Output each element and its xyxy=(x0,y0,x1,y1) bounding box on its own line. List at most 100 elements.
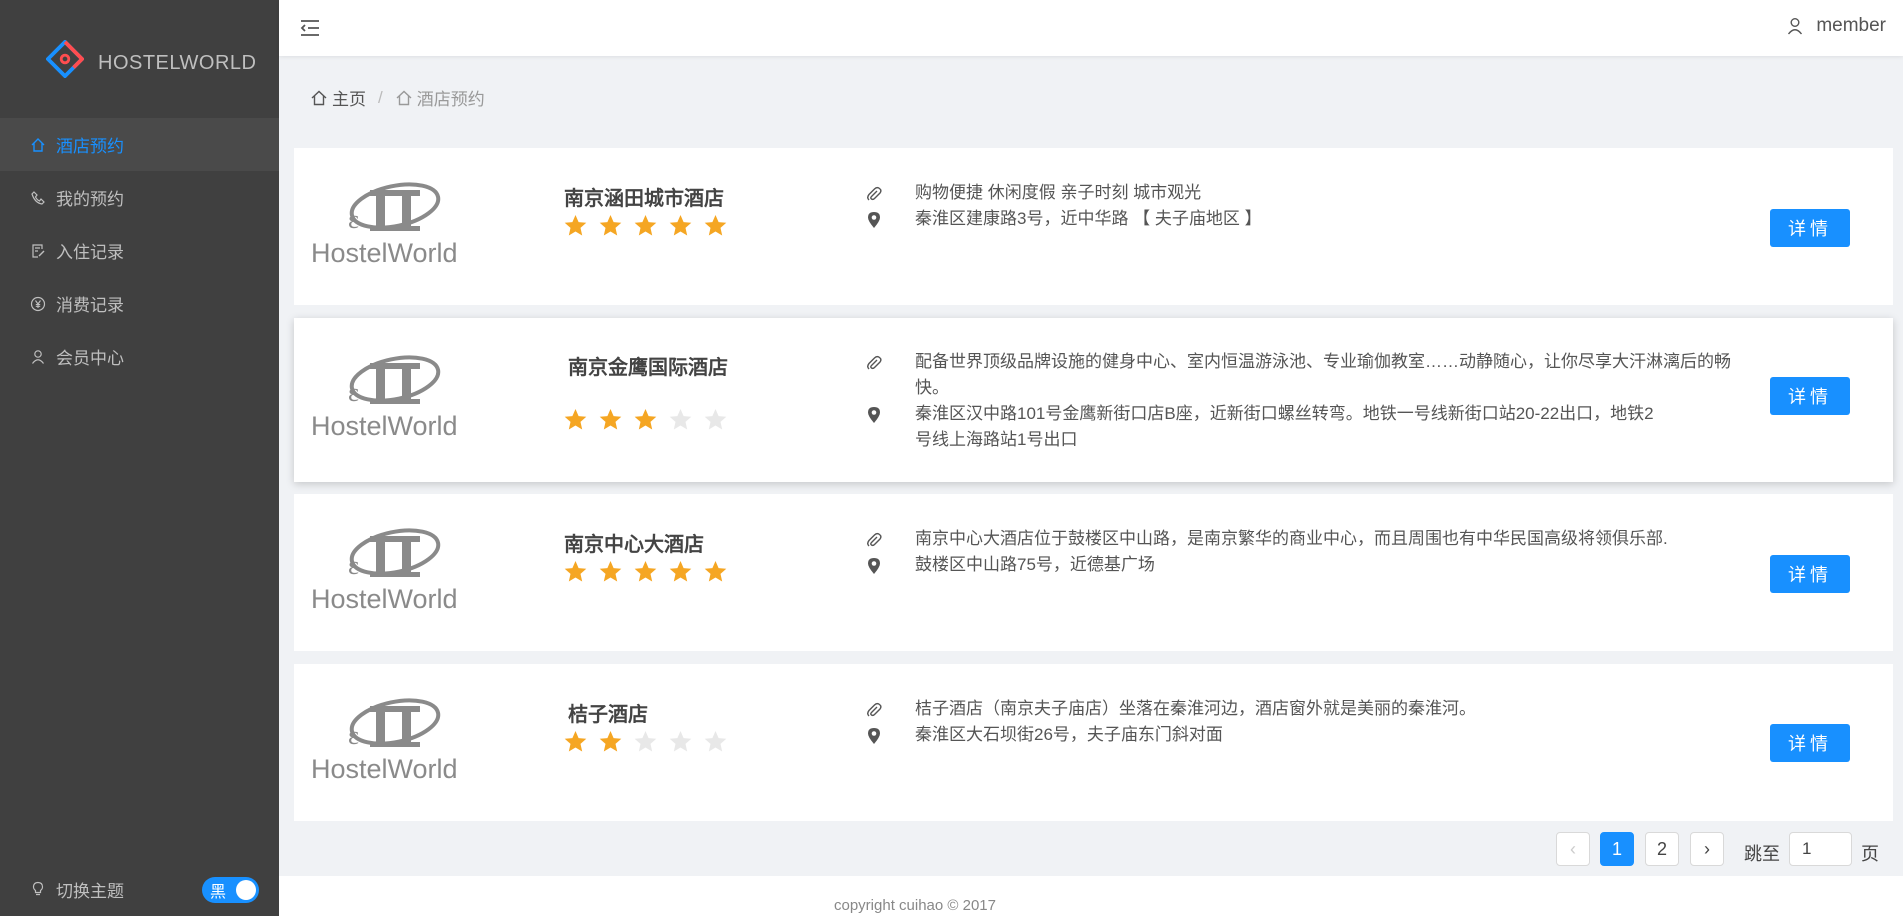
hotel-logo-text: HostelWorld xyxy=(311,238,458,268)
location-pin-icon xyxy=(864,556,884,576)
star-filled-icon xyxy=(564,731,587,752)
hotel-logo-image: ɛ HostelWorld xyxy=(311,355,458,441)
top-header: member xyxy=(279,0,1903,56)
app-name: HOSTELWORLD xyxy=(98,51,257,74)
yen-icon xyxy=(28,294,48,314)
theme-switch-row: 切换主题 黑 xyxy=(0,862,279,916)
star-rating xyxy=(563,559,738,584)
next-page-button[interactable]: › xyxy=(1690,832,1724,866)
breadcrumb-current: 酒店预约 xyxy=(416,90,485,109)
paperclip-icon xyxy=(864,530,884,550)
page-button-2[interactable]: 2 xyxy=(1645,832,1679,866)
breadcrumb-home[interactable]: 主页 xyxy=(332,85,366,110)
sidebar-item-hotel-booking[interactable]: 酒店预约 xyxy=(0,118,279,171)
details-button[interactable]: 详情 xyxy=(1770,377,1850,415)
svg-text:ɛ: ɛ xyxy=(348,378,359,407)
hotel-card: ɛ HostelWorld 桔子酒店 桔子酒店（南京夫子庙店）坐落在秦淮河边，酒… xyxy=(294,664,1893,821)
theme-switch-label: 切换主题 xyxy=(56,881,124,901)
star-filled-icon xyxy=(564,561,587,582)
hotel-address: 秦淮区大石坝街26号，夫子庙东门斜对面 xyxy=(915,725,1223,744)
hotel-address: 鼓楼区中山路75号，近德基广场 xyxy=(915,555,1155,574)
location-pin-icon xyxy=(864,726,884,746)
sidebar-item-label: 会员中心 xyxy=(56,349,124,368)
page-button-1[interactable]: 1 xyxy=(1600,832,1634,866)
home-icon xyxy=(395,89,413,107)
star-filled-icon xyxy=(669,215,692,236)
hotel-name[interactable]: 南京金鹰国际酒店 xyxy=(568,351,728,380)
star-empty-icon xyxy=(669,409,692,430)
sidebar-item-spending-records[interactable]: 消费记录 xyxy=(0,277,279,330)
svg-text:ɛ: ɛ xyxy=(348,551,359,580)
details-button[interactable]: 详情 xyxy=(1770,724,1850,762)
star-filled-icon xyxy=(564,215,587,236)
paperclip-icon xyxy=(864,700,884,720)
star-filled-icon xyxy=(564,409,587,430)
location-pin-icon xyxy=(864,210,884,230)
hotel-info: 配备世界顶级品牌设施的健身中心、室内恒温游泳池、专业瑜伽教室……动静随心，让你尽… xyxy=(864,349,1754,453)
hotel-card: ɛ HostelWorld 南京涵田城市酒店 购物便捷 休闲度假 亲子时刻 城市… xyxy=(294,148,1893,305)
sidebar-item-checkin-records[interactable]: 入住记录 xyxy=(0,224,279,277)
hotel-address-row: 秦淮区汉中路101号金鹰新街口店B座，近新街口螺丝转弯。地铁一号线新街口站20-… xyxy=(864,401,1754,453)
hotel-card: ɛ HostelWorld 南京中心大酒店 南京中心大酒店位于鼓楼区中山路，是南… xyxy=(294,494,1893,651)
star-filled-icon xyxy=(634,215,657,236)
star-filled-icon xyxy=(634,409,657,430)
star-empty-icon xyxy=(669,731,692,752)
page-suffix: 页 xyxy=(1861,844,1879,864)
star-filled-icon xyxy=(669,561,692,582)
home-icon xyxy=(28,135,48,155)
sidebar-item-label: 酒店预约 xyxy=(56,137,124,156)
hotel-address-row: 秦淮区建康路3号，近中华路 【 夫子庙地区 】 xyxy=(864,206,1754,232)
sidebar-item-label: 入住记录 xyxy=(56,243,124,262)
svg-text:ɛ: ɛ xyxy=(348,721,359,750)
star-filled-icon xyxy=(704,561,727,582)
hotel-info: 桔子酒店（南京夫子庙店）坐落在秦淮河边，酒店窗外就是美丽的秦淮河。 秦淮区大石坝… xyxy=(864,696,1754,748)
star-filled-icon xyxy=(599,561,622,582)
sidebar-item-label: 我的预约 xyxy=(56,190,124,209)
star-filled-icon xyxy=(599,215,622,236)
hotel-card: ɛ HostelWorld 南京金鹰国际酒店 配备世界顶级品牌设施的健身中心、室… xyxy=(294,318,1893,482)
theme-toggle-label: 黑 xyxy=(210,884,227,901)
prev-page-button[interactable]: ‹ xyxy=(1556,832,1590,866)
sidebar: HOSTELWORLD 酒店预约 我的预约 入住记录 消费记录 会员中心 切换主… xyxy=(0,0,279,916)
user-icon xyxy=(1788,18,1803,35)
breadcrumb: 主页 / 酒店预约 xyxy=(310,85,485,110)
hotel-address-row: 鼓楼区中山路75号，近德基广场 xyxy=(864,552,1754,578)
copyright-text: copyright cuihao © 2017 xyxy=(834,897,996,914)
star-rating xyxy=(563,407,738,432)
hotel-logo-text: HostelWorld xyxy=(311,754,458,784)
hotel-logo-image: ɛ HostelWorld xyxy=(311,528,458,614)
hotel-tags: 配备世界顶级品牌设施的健身中心、室内恒温游泳池、专业瑜伽教室……动静随心，让你尽… xyxy=(915,352,1731,397)
menu-fold-icon[interactable] xyxy=(298,16,322,40)
phone-icon xyxy=(28,188,48,208)
hotel-name[interactable]: 南京中心大酒店 xyxy=(564,528,704,557)
hotel-tags: 南京中心大酒店位于鼓楼区中山路，是南京繁华的商业中心，而且周围也有中华民国高级将… xyxy=(915,529,1668,548)
svg-text:ɛ: ɛ xyxy=(348,205,359,234)
breadcrumb-separator: / xyxy=(378,87,383,107)
jump-page-input[interactable] xyxy=(1789,832,1852,866)
hotel-logo-image: ɛ HostelWorld xyxy=(311,698,458,784)
star-empty-icon xyxy=(634,731,657,752)
user-menu[interactable]: member xyxy=(1786,15,1886,37)
star-filled-icon xyxy=(599,731,622,752)
app-logo[interactable]: HOSTELWORLD xyxy=(0,0,279,118)
hotel-logo-text: HostelWorld xyxy=(311,584,458,614)
username: member xyxy=(1816,15,1886,36)
star-rating xyxy=(563,729,738,754)
hotel-address: 秦淮区汉中路101号金鹰新街口店B座，近新街口螺丝转弯。地铁一号线新街口站20-… xyxy=(915,404,1654,449)
sidebar-item-member-center[interactable]: 会员中心 xyxy=(0,330,279,383)
hotel-logo-image: ɛ HostelWorld xyxy=(311,182,458,268)
details-button[interactable]: 详情 xyxy=(1770,209,1850,247)
theme-toggle[interactable]: 黑 xyxy=(202,877,259,903)
star-empty-icon xyxy=(704,731,727,752)
hotel-logo-text: HostelWorld xyxy=(311,411,458,441)
jump-label: 跳至 xyxy=(1744,844,1780,864)
hotel-address: 秦淮区建康路3号，近中华路 【 夫子庙地区 】 xyxy=(915,209,1262,228)
hotel-name[interactable]: 桔子酒店 xyxy=(568,698,648,727)
hotel-tags: 购物便捷 休闲度假 亲子时刻 城市观光 xyxy=(915,183,1202,202)
toggle-knob xyxy=(236,880,256,900)
sidebar-item-my-bookings[interactable]: 我的预约 xyxy=(0,171,279,224)
star-filled-icon xyxy=(704,215,727,236)
hotel-name[interactable]: 南京涵田城市酒店 xyxy=(564,182,724,211)
sidebar-item-label: 消费记录 xyxy=(56,296,124,315)
details-button[interactable]: 详情 xyxy=(1770,555,1850,593)
